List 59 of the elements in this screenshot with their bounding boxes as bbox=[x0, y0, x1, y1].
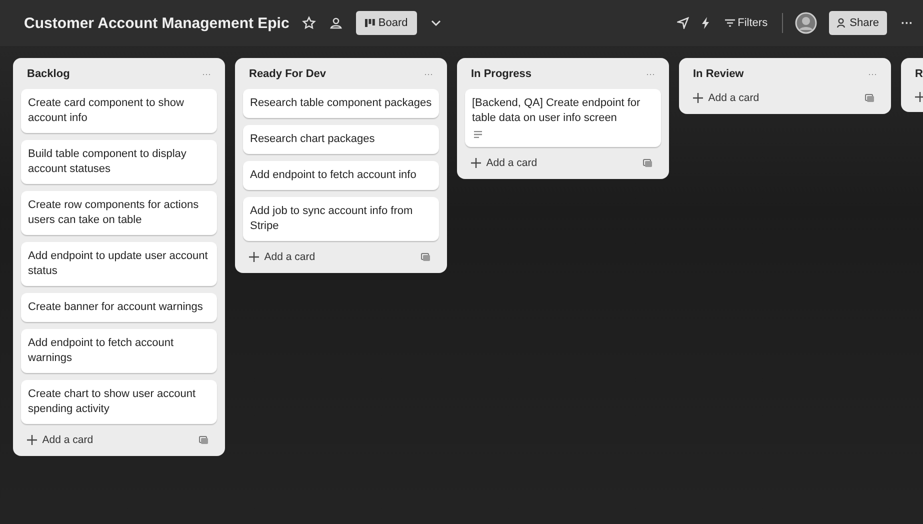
card[interactable]: Build table component to display account statuses bbox=[21, 140, 217, 184]
add-card-button[interactable]: Add a card bbox=[249, 251, 316, 263]
card-title: Research chart packages bbox=[250, 132, 376, 147]
card-title: Research table component packages bbox=[250, 96, 432, 111]
template-icon[interactable] bbox=[643, 158, 652, 168]
card[interactable]: Create row components for actions users can take on table bbox=[21, 191, 217, 235]
add-card-button[interactable] bbox=[915, 92, 923, 102]
list-menu-button[interactable]: ··· bbox=[868, 69, 877, 79]
card[interactable]: Add job to sync account info from Stripe bbox=[243, 197, 439, 241]
list-title: In Progress bbox=[471, 68, 532, 80]
person-icon bbox=[836, 18, 847, 28]
card-title: Add endpoint to fetch account warnings bbox=[28, 336, 175, 366]
card[interactable]: [Backend, QA] Create endpoint for table data on user info screen bbox=[465, 89, 661, 147]
avatar-icon[interactable] bbox=[794, 12, 817, 34]
add-card-button[interactable]: Add a card bbox=[471, 157, 538, 169]
filter-icon bbox=[724, 19, 735, 28]
list-title: Backlog bbox=[27, 68, 70, 80]
star-icon[interactable] bbox=[302, 16, 316, 30]
card[interactable]: Add endpoint to fetch account info bbox=[243, 161, 439, 190]
card-title: Create card component to show account info bbox=[28, 96, 185, 126]
card-title: [Backend, QA] Create endpoint for table data on user info screen bbox=[472, 96, 642, 126]
list-title: In Review bbox=[693, 68, 744, 80]
list-title: Ready For Dev bbox=[249, 68, 326, 80]
card[interactable]: Add endpoint to fetch account warnings bbox=[21, 329, 217, 373]
list-menu-button[interactable]: ··· bbox=[424, 69, 433, 79]
card-title: Add endpoint to fetch account info bbox=[250, 168, 418, 183]
card-title: Build table component to display account statuses bbox=[28, 147, 188, 177]
card-title: Add job to sync account info from Stripe bbox=[250, 204, 414, 234]
lightning-icon[interactable] bbox=[700, 17, 711, 29]
card-title: Create banner for account warnings bbox=[28, 300, 204, 315]
plus-icon bbox=[693, 93, 703, 103]
card[interactable]: Research table component packages bbox=[243, 89, 439, 118]
card[interactable]: Create banner for account warnings bbox=[21, 293, 217, 322]
plus-icon bbox=[249, 252, 259, 262]
plus-icon bbox=[27, 435, 37, 445]
card[interactable]: Create chart to show user account spending activity bbox=[21, 380, 217, 424]
card-title: Create chart to show user account spending activity bbox=[28, 387, 197, 417]
card-title: Add endpoint to update user account status bbox=[28, 249, 209, 279]
board-title: Customer Account Management Epic bbox=[24, 14, 290, 32]
board-icon bbox=[365, 19, 376, 28]
template-icon[interactable] bbox=[199, 436, 208, 444]
list-menu-button[interactable]: ··· bbox=[646, 69, 655, 79]
template-icon[interactable] bbox=[865, 94, 874, 102]
plus-icon bbox=[915, 92, 923, 102]
card[interactable]: Add endpoint to update user account status bbox=[21, 242, 217, 286]
card[interactable]: Create card component to show account info bbox=[21, 89, 217, 133]
share-button[interactable]: Share bbox=[828, 11, 887, 35]
list-title: R bbox=[915, 68, 923, 80]
card[interactable]: Research chart packages bbox=[243, 125, 439, 154]
add-card-button[interactable]: Add a card bbox=[693, 92, 760, 104]
list-menu-button[interactable]: ··· bbox=[202, 69, 211, 79]
board-view-button[interactable]: Board bbox=[356, 11, 417, 35]
add-card-button[interactable]: Add a card bbox=[27, 434, 94, 446]
card-title: Create row components for actions users can take on table bbox=[28, 198, 200, 228]
template-icon[interactable] bbox=[421, 252, 430, 262]
plus-icon bbox=[471, 158, 481, 168]
filters-button[interactable]: Filters bbox=[722, 13, 770, 33]
send-icon[interactable] bbox=[676, 17, 689, 29]
more-button[interactable]: ··· bbox=[899, 14, 915, 32]
